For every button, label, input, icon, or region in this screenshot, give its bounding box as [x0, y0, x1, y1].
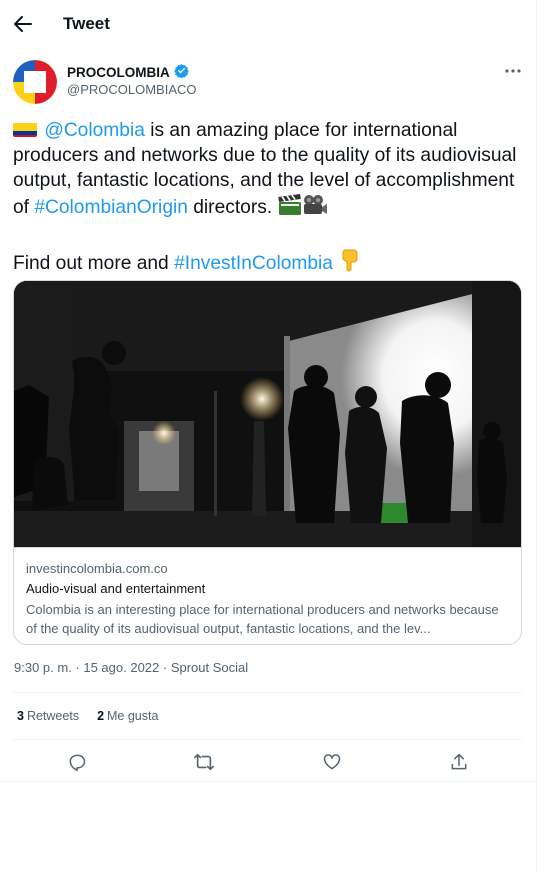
hashtag-link[interactable]: #InvestInColombia [174, 253, 333, 274]
divider [13, 692, 522, 693]
page-title: Tweet [63, 14, 110, 33]
clapper-board-icon [277, 193, 302, 223]
colombia-flag-icon [13, 121, 37, 137]
tweet-text: @Colombia is an amazing place for intern… [13, 118, 525, 279]
pointing-down-hand-icon [338, 248, 360, 279]
arrow-left-icon[interactable] [12, 13, 34, 35]
likes-stat[interactable]: 2 Me gusta [97, 709, 158, 723]
link-preview-card[interactable]: investincolombia.com.co Audio-visual and… [13, 280, 522, 645]
reply-icon[interactable] [65, 750, 89, 774]
tweet-page: Tweet PROCOLOMBIA @PROCOLOMBIACO @Colomb… [0, 0, 537, 872]
hashtag-link[interactable]: #ColombianOrigin [34, 197, 188, 218]
likes-count: 2 [97, 709, 105, 723]
tweet-actions [0, 750, 537, 774]
card-domain: investincolombia.com.co [26, 561, 168, 576]
avatar[interactable] [13, 60, 57, 104]
share-icon[interactable] [447, 750, 471, 774]
author-name[interactable]: PROCOLOMBIA [67, 63, 189, 81]
tweet-text-part3: Find out more and [13, 252, 175, 274]
more-options-icon[interactable] [502, 62, 524, 80]
divider [13, 739, 522, 740]
tweet-stats: 3 Retweets 2 Me gusta [17, 709, 158, 723]
verified-badge-icon [174, 63, 189, 81]
retweets-stat[interactable]: 3 Retweets [17, 709, 79, 723]
tweet-text-part2: directors. [187, 196, 278, 218]
divider [0, 781, 537, 782]
author-name-text[interactable]: PROCOLOMBIA [67, 65, 170, 80]
card-image[interactable] [14, 281, 521, 547]
tweet-timestamp[interactable]: 9:30 p. m. · 15 ago. 2022 · Sprout Socia… [14, 660, 248, 675]
mention-link[interactable]: @Colombia [44, 120, 145, 141]
card-description: Colombia is an interesting place for int… [26, 602, 499, 636]
card-title: Audio-visual and entertainment [26, 581, 206, 596]
likes-label: Me gusta [107, 709, 159, 723]
like-icon[interactable] [320, 750, 344, 774]
card-body[interactable]: investincolombia.com.co Audio-visual and… [14, 547, 521, 644]
author-handle[interactable]: @PROCOLOMBIACO [67, 82, 197, 97]
retweets-count: 3 [17, 709, 24, 723]
page-header: Tweet [0, 0, 537, 50]
movie-camera-icon [302, 194, 328, 223]
retweets-label: Retweets [26, 709, 80, 723]
retweet-icon[interactable] [192, 750, 216, 774]
